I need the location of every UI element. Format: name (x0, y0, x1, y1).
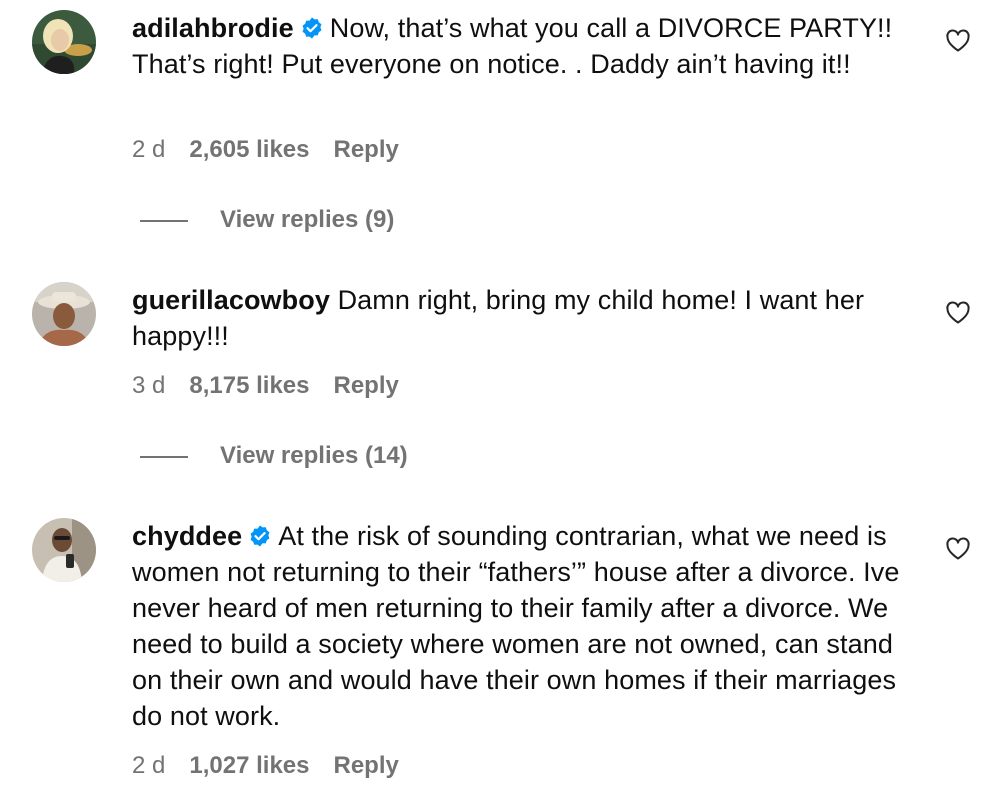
view-replies-button[interactable]: View replies (14) (140, 442, 408, 470)
comment-meta: 2 d 2,605 likes Reply (132, 136, 399, 164)
comment-username[interactable]: adilahbrodie (132, 13, 294, 43)
comment-likes[interactable]: 2,605 likes (189, 136, 309, 164)
comment-time[interactable]: 2 d (132, 752, 165, 780)
comment-likes[interactable]: 1,027 likes (189, 752, 309, 780)
avatar[interactable] (32, 10, 96, 74)
reply-button[interactable]: Reply (333, 136, 398, 164)
comment-time[interactable]: 3 d (132, 372, 165, 400)
avatar[interactable] (32, 282, 96, 346)
reply-button[interactable]: Reply (333, 752, 398, 780)
verified-badge-icon (248, 524, 272, 548)
heart-icon[interactable] (945, 537, 971, 561)
comment-username[interactable]: guerillacowboy (132, 285, 330, 315)
comment-username[interactable]: chyddee (132, 521, 242, 551)
comment-meta: 2 d 1,027 likes Reply (132, 752, 399, 780)
view-replies-label: View replies (9) (220, 206, 395, 233)
replies-divider-line (140, 455, 188, 458)
heart-icon[interactable] (945, 301, 971, 325)
avatar[interactable] (32, 518, 96, 582)
view-replies-button[interactable]: View replies (9) (140, 206, 394, 234)
comment-likes[interactable]: 8,175 likes (189, 372, 309, 400)
reply-button[interactable]: Reply (333, 372, 398, 400)
verified-badge-icon (300, 16, 324, 40)
comment-meta: 3 d 8,175 likes Reply (132, 372, 399, 400)
heart-icon[interactable] (945, 29, 971, 53)
replies-divider-line (140, 219, 188, 222)
comment-text: At the risk of sounding contrarian, what… (132, 521, 900, 731)
comment-time[interactable]: 2 d (132, 136, 165, 164)
view-replies-label: View replies (14) (220, 442, 408, 469)
